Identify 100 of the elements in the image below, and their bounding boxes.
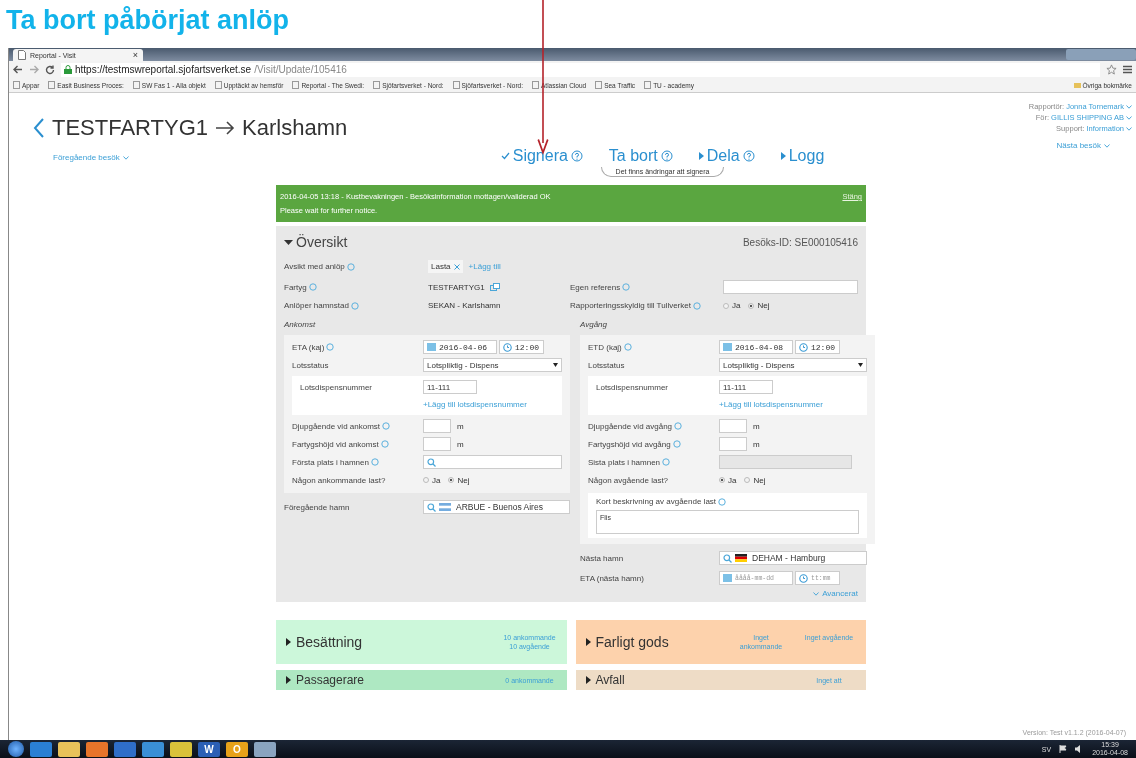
caret-down-icon[interactable] [284,237,293,247]
help-icon[interactable] [350,301,359,310]
search-field[interactable]: ARBUE - Buenos Aires [423,500,570,514]
copy-icon[interactable] [489,283,500,291]
chevron-down-icon[interactable] [122,155,129,160]
field-label: Rapporteringsskyldig till Tullverket [570,301,691,310]
help-icon[interactable] [623,343,632,351]
vessel-name: TESTFARTYG1 [52,115,209,141]
taskbar-app-icon[interactable] [86,741,108,757]
field-label: Kort beskrivning av avgående last [596,497,717,506]
field-label: Lotsstatus [292,360,329,370]
radio-button[interactable] [744,477,751,483]
column-heading: Ankomst [284,320,317,329]
field-label: ETA (kaj) [292,342,325,352]
back-icon[interactable] [33,118,45,138]
help-icon[interactable] [674,422,683,430]
field-label: Fartygshöjd vid avgång [588,439,671,449]
radio-label: Nej [457,475,470,485]
menu-icon[interactable] [1123,65,1132,74]
number-input[interactable] [423,419,451,433]
number-input[interactable] [719,419,747,433]
lotsstatus-dropdown[interactable]: Lotspliktig - Dispens [719,358,867,372]
flag-icon[interactable] [1059,745,1068,753]
flag-icon [439,503,451,511]
radio-button[interactable] [723,302,729,309]
field-label: Sista plats i hamnen [588,457,661,467]
help-icon[interactable] [382,422,391,430]
field-label: Fartyg [284,282,307,292]
date-value: 2016-04-06 [439,342,487,352]
help-icon[interactable] [308,283,317,291]
time-field[interactable]: 12:00 [499,340,544,354]
caret-icon [553,363,558,367]
action-link[interactable]: Ta bort [608,147,658,165]
search-field[interactable]: DEHAM - Hamburg [719,551,867,565]
close-tab-button[interactable]: × [132,50,138,60]
field-label: Lotsdispensnummer [300,382,373,392]
help-icon[interactable] [718,497,727,506]
radio-button[interactable] [448,477,455,483]
remove-icon[interactable] [453,263,460,270]
field-label: Anlöper hamnstad [284,301,349,310]
help-icon[interactable] [660,150,673,162]
taskbar-app-icon[interactable] [30,741,52,757]
clock-icon [503,342,512,352]
radio-button[interactable] [748,302,755,309]
lotsstatus-dropdown[interactable]: Lotspliktig - Dispens [423,358,562,372]
radio-button[interactable] [423,477,429,483]
date-field[interactable]: 2016-04-06 [423,340,497,354]
field-label: Lotsstatus [588,360,625,370]
taskbar-app-icon[interactable]: W [198,741,220,757]
time-value: 12:00 [515,342,539,352]
section-title: Avfall [595,673,625,687]
help-icon[interactable] [346,262,355,271]
help-icon[interactable] [326,343,335,351]
field-label: Egen referens [570,282,621,292]
number-input[interactable] [719,437,747,451]
help-icon[interactable] [662,458,671,466]
radio-button[interactable] [719,477,725,483]
help-icon[interactable] [692,301,701,310]
check-icon [500,152,510,160]
taskbar-app-icon[interactable] [142,741,164,757]
help-icon[interactable] [570,150,583,162]
taskbar-app-icon[interactable] [58,741,80,757]
taskbar-app-icon[interactable] [254,741,276,757]
text-input[interactable]: 11-111 [423,380,477,394]
caret-right-icon [286,676,291,684]
section-title: Besättning [296,634,363,650]
purpose-tag: Lasta [428,260,463,273]
help-icon[interactable] [370,458,379,466]
forward-icon[interactable] [29,65,39,74]
column-heading: Avgång [580,320,608,329]
help-icon[interactable] [742,150,755,162]
chevron-down-icon[interactable] [1104,143,1110,148]
date-field[interactable]: 2016-04-08 [719,340,793,354]
action-link[interactable]: Logg [788,147,825,165]
action-link[interactable]: Dela [706,147,740,165]
time-field[interactable]: 12:00 [795,340,840,354]
field-label: Djupgående vid avgång [588,421,673,431]
field-value: SEKAN - Karlshamn [428,301,501,310]
reload-icon[interactable] [45,64,55,75]
address-bar[interactable]: https://testmswreportal.sjofartsverket.se /Visit/Update/105416 [61,62,1100,77]
field-label: Föregående hamn [284,502,350,512]
number-input[interactable] [423,437,451,451]
chevron-down-icon[interactable] [813,591,820,596]
help-icon[interactable] [622,283,631,291]
taskbar-app-icon[interactable] [170,741,192,757]
start-button[interactable] [8,741,24,757]
search-field[interactable] [423,455,562,469]
text-input[interactable]: 11-111 [719,380,773,394]
field-label: Djupgående vid ankomst [292,421,381,431]
help-icon[interactable] [380,440,389,448]
star-icon[interactable] [1106,64,1117,75]
caret-icon [858,363,863,367]
unit-label: m [753,439,760,449]
search-icon [427,502,436,512]
action-link[interactable]: Signera [512,147,568,165]
back-icon[interactable] [13,65,23,74]
help-icon[interactable] [672,440,681,448]
section-title: Översikt [296,234,348,250]
calendar-icon [427,343,436,351]
text-input[interactable] [723,280,858,294]
